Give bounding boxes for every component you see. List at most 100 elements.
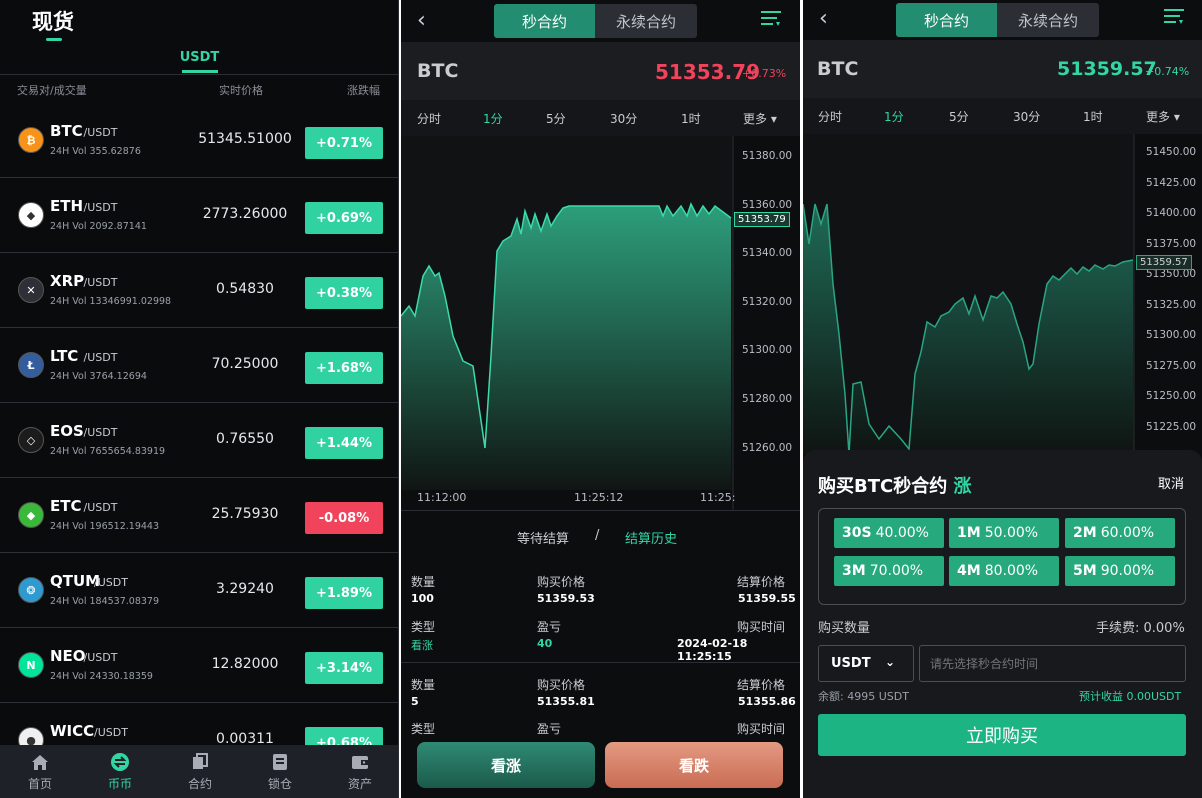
pair-quote: /USDT (83, 276, 118, 289)
y-tick: 51275.00 (1146, 359, 1197, 372)
pair-quote: /USDT (83, 426, 118, 439)
option-30s[interactable]: 30S 40.00% (834, 518, 944, 548)
tab-perpetual-contract[interactable]: 永续合约 (595, 4, 697, 38)
volume-24h: 24H Vol 2092.87141 (50, 221, 147, 232)
interval-1m[interactable]: 1分 (884, 108, 904, 125)
interval-1h[interactable]: 1时 (1083, 108, 1103, 125)
market-row[interactable]: ◆ ETH/USDT 24H Vol 2092.87141 2773.26000 +0.… (0, 178, 398, 253)
interval-more[interactable]: 更多 ▾ (743, 110, 777, 127)
contract-screen: ‹ 秒合约 永续合约 BTC 51353.79 +0.73% 分时 1分 5分 … (401, 0, 800, 798)
interval-timeline[interactable]: 分时 (818, 108, 842, 125)
market-row[interactable]: Ł LTC/USDT 24H Vol 3764.12694 70.25000 +1.68… (0, 328, 398, 403)
interval-30m[interactable]: 30分 (610, 110, 637, 127)
interval-30m[interactable]: 30分 (1013, 108, 1040, 125)
chevron-down-icon: ⌄ (885, 655, 896, 669)
time-label: 购买时间 (737, 620, 786, 634)
y-tick: 51325.00 (1146, 298, 1197, 311)
option-4m[interactable]: 4M 80.00% (949, 556, 1059, 586)
y-tick: 51375.00 (1146, 237, 1197, 250)
currency-select[interactable]: USDT ⌄ (818, 645, 914, 682)
pair-name: BTC (817, 58, 859, 80)
market-row[interactable]: ₿ BTC/USDT 24H Vol 355.62876 51345.51000 +0.… (0, 103, 398, 178)
page-title: 现货 (32, 10, 74, 34)
market-row[interactable]: ✕ XRP/USDT 24H Vol 13346991.02998 0.54830 +0… (0, 253, 398, 328)
change-badge: +0.69% (305, 202, 383, 234)
title-underline (46, 38, 62, 41)
pair-symbol: XRP (50, 272, 85, 290)
pair-symbol: EOS (50, 422, 84, 440)
wallet-icon (350, 752, 370, 772)
change-badge: +0.71% (305, 127, 383, 159)
nav-label: 锁仓 (267, 776, 292, 791)
pair-quote: /USDT (83, 126, 118, 139)
volume-24h: 24H Vol 24330.18359 (50, 671, 153, 682)
y-tick: 51340.00 (742, 247, 793, 260)
amount-input[interactable] (919, 645, 1186, 682)
type-label: 类型 (411, 722, 436, 736)
market-row[interactable]: ❂ QTUM/USDT 24H Vol 184537.08379 3.29240 +1.… (0, 553, 398, 628)
nav-coin[interactable]: 币币 (80, 745, 160, 798)
pair-symbol: ETC (50, 497, 82, 515)
tab-perpetual-contract[interactable]: 永续合约 (997, 3, 1099, 37)
interval-timeline[interactable]: 分时 (417, 110, 441, 127)
volume-24h: 24H Vol 3764.12694 (50, 371, 147, 382)
back-arrow-icon[interactable]: ‹ (417, 8, 426, 33)
swap-icon (110, 752, 130, 772)
cancel-button[interactable]: 取消 (1158, 473, 1184, 492)
purchase-modal: 购买BTC秒合约 涨 取消 30S 40.00% 1M 50.00% 2M 60.00… (803, 450, 1202, 798)
pair-quote: /USDT (94, 726, 128, 739)
divider (0, 74, 398, 75)
market-row[interactable]: ◇ EOS/USDT 24H Vol 7655654.83919 0.76550 +1.… (0, 403, 398, 478)
tab-history[interactable]: 结算历史 (625, 528, 677, 547)
settle-price-label: 结算价格 (737, 575, 786, 589)
interval-5m[interactable]: 5分 (546, 110, 566, 127)
market-row[interactable]: ◆ ETC/USDT 24H Vol 196512.19443 25.75930 -0.… (0, 478, 398, 553)
change-badge: +0.38% (305, 277, 383, 309)
buy-down-button[interactable]: 看跌 (605, 742, 783, 788)
settle-price-value: 51355.86 (738, 695, 796, 708)
nav-home[interactable]: 首页 (0, 745, 80, 798)
nav-assets[interactable]: 资产 (320, 745, 398, 798)
menu-icon[interactable] (761, 10, 781, 32)
qty-value: 100 (411, 592, 434, 605)
tab-second-contract[interactable]: 秒合约 (896, 3, 997, 37)
option-3m[interactable]: 3M 70.00% (834, 556, 944, 586)
last-price: 2773.26000 (202, 206, 288, 222)
contract-type-switch: 秒合约 永续合约 (896, 3, 1099, 37)
last-price: 51345.51000 (198, 131, 292, 147)
purchase-screen: ‹ 秒合约 永续合约 BTC 51359.57 +0.74% 分时 1分 5分 … (803, 0, 1202, 798)
x-tick: 11:25: (700, 491, 736, 504)
buy-up-button[interactable]: 看涨 (417, 742, 595, 788)
interval-5m[interactable]: 5分 (949, 108, 969, 125)
option-1m[interactable]: 1M 50.00% (949, 518, 1059, 548)
tab-usdt[interactable]: USDT (0, 50, 398, 65)
nav-contract[interactable]: 合约 (160, 745, 240, 798)
menu-icon[interactable] (1164, 8, 1184, 30)
option-2m[interactable]: 2M 60.00% (1065, 518, 1175, 548)
xrp-icon: ✕ (18, 277, 44, 303)
buy-now-button[interactable]: 立即购买 (818, 714, 1186, 756)
last-price: 0.76550 (216, 431, 274, 447)
volume-24h: 24H Vol 184537.08379 (50, 596, 159, 607)
interval-1h[interactable]: 1时 (681, 110, 701, 127)
pair-quote: /USDT (94, 576, 128, 589)
y-tick: 51225.00 (1146, 420, 1197, 433)
tab-underline (182, 70, 218, 73)
tab-separator: / (595, 528, 600, 543)
y-tick: 51380.00 (742, 150, 793, 162)
change-badge: +3.14% (305, 652, 383, 684)
expected-return: 预计收益 0.00USDT (1079, 690, 1182, 703)
interval-more[interactable]: 更多 ▾ (1146, 108, 1180, 125)
back-arrow-icon[interactable]: ‹ (819, 6, 828, 31)
pair-symbol: ETH (50, 197, 84, 215)
fee-label: 手续费: 0.00% (1096, 621, 1185, 636)
market-row[interactable]: N NEO/USDT 24H Vol 24330.18359 12.82000 +3.1… (0, 628, 398, 703)
tab-pending[interactable]: 等待结算 (517, 528, 569, 547)
y-tick: 51300.00 (742, 344, 793, 357)
last-price: 51359.57 (1057, 58, 1157, 80)
option-5m[interactable]: 5M 90.00% (1065, 556, 1175, 586)
tab-second-contract[interactable]: 秒合约 (494, 4, 595, 38)
modal-title: 购买BTC秒合约 涨 (818, 476, 972, 497)
interval-1m[interactable]: 1分 (483, 110, 503, 127)
nav-lock[interactable]: 锁仓 (240, 745, 320, 798)
